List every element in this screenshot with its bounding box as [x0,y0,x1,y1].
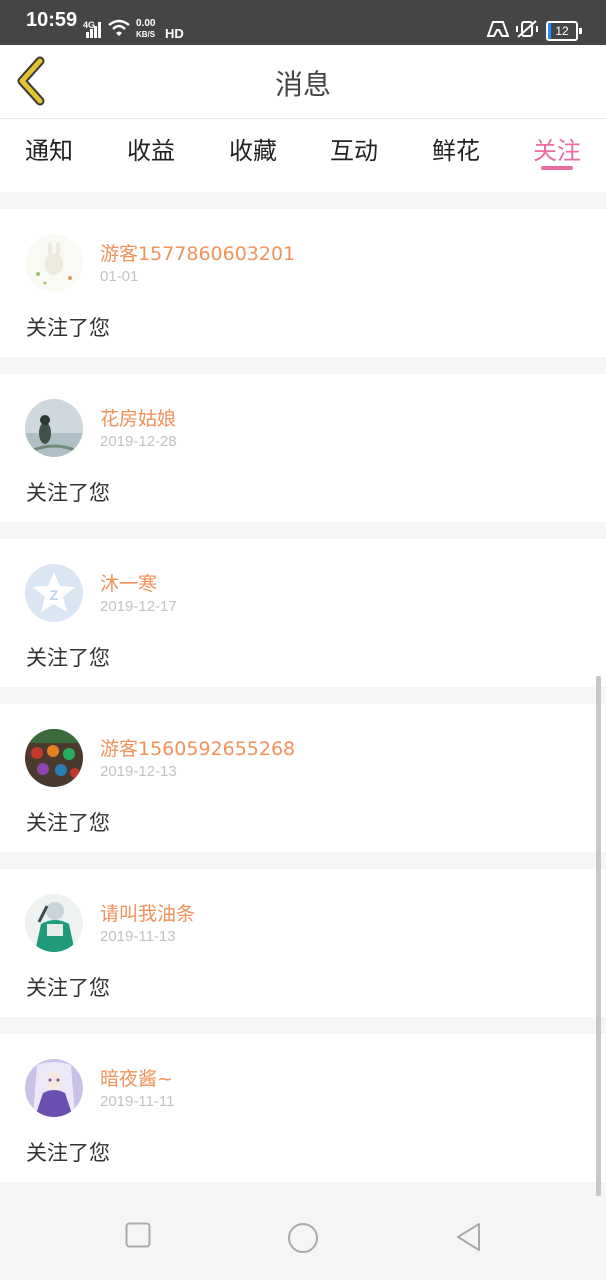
list-item[interactable]: 游客1560592655268 2019-12-13 关注了您 [0,704,606,852]
list-item[interactable]: 游客1577860603201 01-01 关注了您 [0,209,606,357]
username[interactable]: 游客1577860603201 [100,239,295,266]
game-mode-icon [486,21,510,37]
list-item[interactable]: Z 沐一寒 2019-12-17 关注了您 [0,539,606,687]
system-nav-bar [0,1196,606,1280]
message-date: 2019-11-13 [100,928,176,945]
tab-interactions[interactable]: 互动 [314,131,394,166]
avatar[interactable] [25,234,83,292]
message-text: 关注了您 [26,811,110,835]
message-text: 关注了您 [26,976,110,1000]
net-speed-unit: KB/S [136,30,156,39]
tab-earnings[interactable]: 收益 [111,131,191,166]
header: 消息 [0,45,606,119]
message-date: 2019-11-11 [100,1093,175,1110]
back-nav-icon[interactable] [455,1222,483,1252]
tab-notifications[interactable]: 通知 [9,131,89,166]
username[interactable]: 游客1560592655268 [100,734,295,761]
username[interactable]: 请叫我油条 [100,899,195,926]
tab-favorites[interactable]: 收藏 [213,131,293,166]
page-title: 消息 [274,68,331,101]
tab-following[interactable]: 关注 [517,131,597,166]
active-tab-indicator [541,166,573,170]
list-item[interactable]: 花房姑娘 2019-12-28 关注了您 [0,374,606,522]
battery-indicator: 12 [546,21,582,41]
signal-icon [86,22,101,38]
status-bar: 10:59 4G 0.00 KB/S HD 12 [0,0,606,45]
message-date: 2019-12-13 [100,763,177,780]
avatar[interactable] [25,399,83,457]
username[interactable]: 暗夜酱~ [100,1064,173,1091]
battery-level: 12 [555,24,569,38]
avatar[interactable] [25,729,83,787]
scrollbar[interactable] [596,676,601,1196]
list-item[interactable]: 请叫我油条 2019-11-13 关注了您 [0,869,606,1017]
status-time: 10:59 [26,9,78,31]
username[interactable]: 花房姑娘 [100,404,176,431]
message-text: 关注了您 [26,1141,110,1165]
wifi-icon [108,19,130,36]
tab-flowers[interactable]: 鲜花 [416,131,496,166]
avatar[interactable] [25,894,83,952]
recent-apps-icon[interactable] [125,1222,151,1248]
username[interactable]: 沐一寒 [100,569,157,596]
svg-text:Z: Z [50,587,59,603]
home-icon[interactable] [287,1222,319,1254]
net-speed-value: 0.00 [136,18,156,29]
hd-badge: HD [165,26,184,41]
message-text: 关注了您 [26,646,110,670]
avatar[interactable]: Z [25,564,83,622]
list-item[interactable]: 暗夜酱~ 2019-11-11 关注了您 [0,1034,606,1182]
message-date: 2019-12-28 [100,433,177,450]
message-date: 2019-12-17 [100,598,177,615]
vibrate-mute-icon [516,20,538,38]
tab-bar: 通知 收益 收藏 互动 鲜花 关注 [0,119,606,192]
battery-level-fill [548,23,551,39]
avatar[interactable] [25,1059,83,1117]
message-text: 关注了您 [26,316,110,340]
message-date: 01-01 [100,268,139,285]
message-text: 关注了您 [26,481,110,505]
